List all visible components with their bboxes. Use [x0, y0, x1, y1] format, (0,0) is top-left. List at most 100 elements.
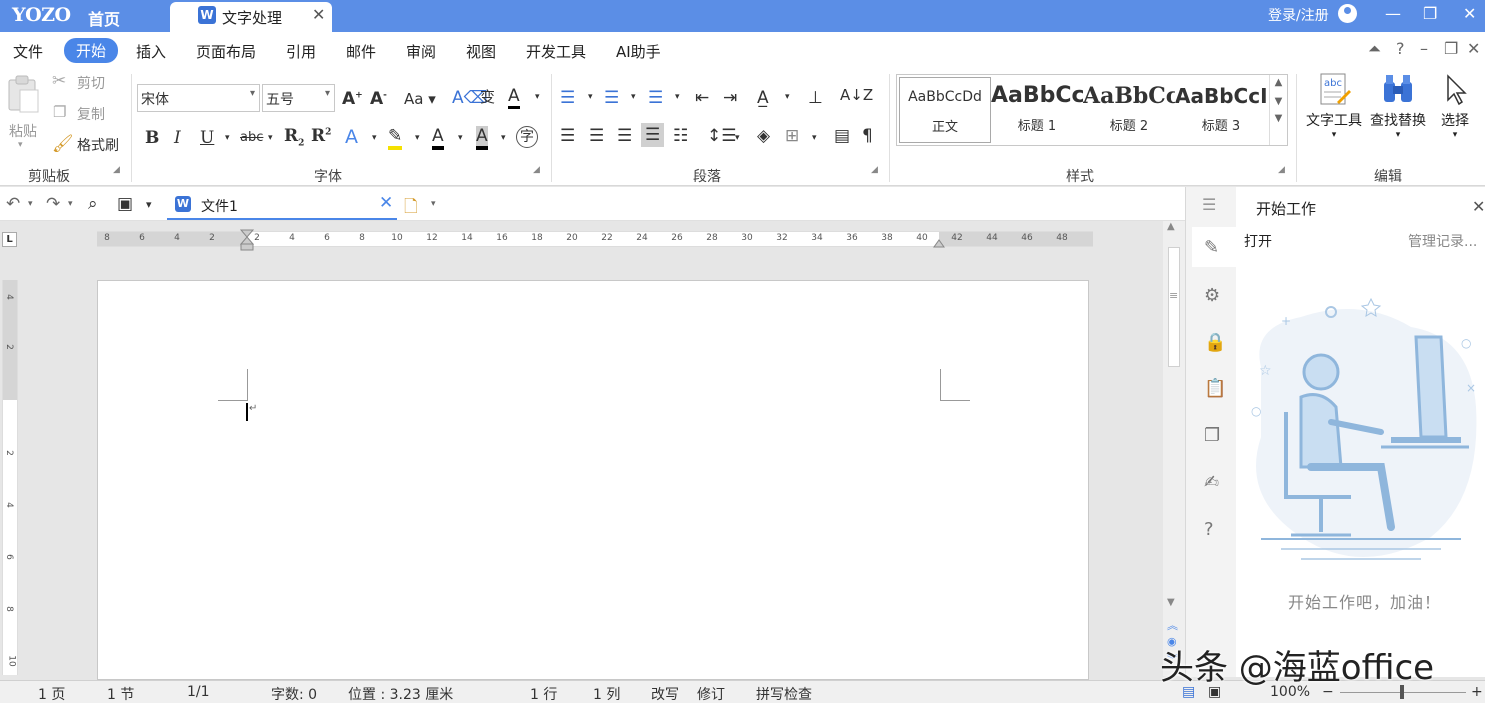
open-link[interactable]: 打开	[1244, 231, 1272, 251]
italic-icon[interactable]: I	[174, 128, 181, 148]
text-direction-icon[interactable]: A̲	[757, 88, 769, 108]
char-shading-icon[interactable]: A	[476, 126, 488, 150]
chevron-down-icon[interactable]: ▾	[68, 199, 73, 209]
chevron-down-icon[interactable]: ▾	[535, 92, 540, 102]
align-right-icon[interactable]: ☰	[617, 126, 632, 146]
chevron-down-icon[interactable]: ▾	[415, 133, 420, 143]
select-button[interactable]: 选择 ▾	[1433, 72, 1477, 140]
status-page[interactable]: 1 页	[38, 684, 65, 703]
text-effect-icon[interactable]: A	[345, 126, 358, 148]
minimize-icon[interactable]: —	[1385, 4, 1401, 23]
pages-icon[interactable]: ❐	[1204, 425, 1220, 446]
style-heading-3[interactable]: AaBbCcI 标题 3	[1175, 77, 1267, 143]
right-indent-marker-icon[interactable]	[933, 238, 945, 248]
scroll-up-icon[interactable]: ▲	[1167, 221, 1175, 232]
sliders-icon[interactable]: ⚙	[1204, 285, 1220, 306]
save-icon[interactable]: ▣	[117, 194, 133, 214]
borders-icon[interactable]: ⊞	[785, 126, 799, 146]
document-page[interactable]: ↵	[97, 280, 1089, 680]
text-tools-button[interactable]: abc 文字工具 ▾	[1303, 72, 1365, 140]
distributed-icon[interactable]: ☷	[673, 126, 688, 146]
chevron-down-icon[interactable]: ▾	[372, 133, 377, 143]
close-icon[interactable]: ✕	[379, 193, 393, 213]
font-color-icon[interactable]: A	[432, 126, 444, 150]
highlight-icon[interactable]: ✎	[388, 126, 403, 150]
expand-gallery-icon[interactable]: ▼	[1270, 113, 1287, 124]
chevron-up-icon[interactable]: ▲	[1270, 77, 1287, 88]
find-replace-button[interactable]: 查找替换 ▾	[1367, 72, 1429, 140]
pencil-icon[interactable]: ✎	[1204, 237, 1219, 258]
menu-mailings[interactable]: 邮件	[346, 41, 376, 62]
menu-insert[interactable]: 插入	[136, 41, 166, 62]
chevron-down-icon[interactable]: ▾	[431, 199, 436, 209]
scroll-thumb[interactable]	[1168, 247, 1180, 367]
strikethrough-icon[interactable]: abc	[240, 130, 263, 145]
underline-icon[interactable]: U	[200, 128, 214, 148]
edit-note-icon[interactable]: ✍	[1204, 472, 1219, 493]
font-size-select[interactable]: 五号 ▾	[262, 84, 335, 112]
change-case-icon[interactable]: Aa ▾	[404, 90, 436, 108]
style-normal[interactable]: AaBbCcDd 正文	[899, 77, 991, 143]
status-spellcheck[interactable]: 拼写检查	[756, 684, 812, 703]
zoom-in-icon[interactable]: +	[1471, 684, 1483, 700]
paragraph-settings-icon[interactable]: ▤	[834, 126, 850, 146]
font-family-select[interactable]: 宋体 ▾	[137, 84, 260, 112]
close-icon[interactable]: ✕	[1472, 197, 1485, 216]
close-icon[interactable]: ✕	[312, 5, 325, 24]
chevron-down-icon[interactable]: ▾	[458, 133, 463, 143]
grow-font-icon[interactable]: A+	[342, 89, 363, 109]
bold-icon[interactable]: B	[145, 128, 159, 148]
restore-icon[interactable]: ❐	[1423, 4, 1437, 23]
chevron-down-icon[interactable]: ▾	[501, 133, 506, 143]
menu-references[interactable]: 引用	[286, 41, 316, 62]
chevron-down-icon[interactable]: ▾	[28, 199, 33, 209]
menu-developer[interactable]: 开发工具	[526, 41, 586, 62]
manage-records-link[interactable]: 管理记录...	[1408, 231, 1477, 251]
chevron-down-icon[interactable]: ▾	[268, 133, 273, 143]
horizontal-ruler[interactable]: 8 6 4 2 2 4 6 8 10 12 14 16 18 20 22 24 26 28 30 32 34 36 38 40…	[97, 229, 1093, 251]
collapse-ribbon-icon[interactable]: ⏶	[1368, 39, 1381, 59]
user-avatar-icon[interactable]	[1338, 4, 1357, 23]
styles-launcher-icon[interactable]: ◢	[1278, 165, 1285, 175]
app-tab-word[interactable]: W 文字处理 ✕	[170, 2, 332, 32]
enclose-char-icon[interactable]: 字	[516, 126, 538, 148]
chevron-down-icon[interactable]: ▾	[735, 133, 740, 143]
show-marks-icon[interactable]: ¶	[862, 126, 873, 146]
scroll-down-icon[interactable]: ▼	[1167, 597, 1175, 608]
menu-file[interactable]: 文件	[13, 41, 43, 62]
tab-stop-selector[interactable]: L	[2, 232, 17, 247]
clipboard-launcher-icon[interactable]: ◢	[113, 165, 120, 175]
paste-label[interactable]: 粘贴	[9, 121, 37, 141]
prev-page-icon[interactable]: ︽	[1167, 617, 1178, 633]
style-gallery-scroll[interactable]: ▲ ▼ ▼	[1269, 75, 1287, 145]
paste-dropdown-icon[interactable]: ▾	[18, 140, 23, 150]
lock-icon[interactable]: 🔒	[1204, 332, 1226, 353]
paste-icon[interactable]	[6, 74, 42, 114]
subscript-icon[interactable]: R2	[284, 126, 304, 148]
chevron-down-icon[interactable]: ▾	[785, 92, 790, 102]
chevron-down-icon[interactable]: ▾	[812, 133, 817, 143]
sort-icon[interactable]: A↓Z	[840, 86, 873, 104]
vertical-scrollbar[interactable]: ▲ ≡ ▼ ︽ ◉ ︾	[1163, 221, 1185, 676]
shrink-font-icon[interactable]: A-	[370, 89, 387, 109]
doc-restore-icon[interactable]: ❐	[1444, 39, 1458, 58]
redo-icon[interactable]: ↷	[46, 194, 60, 214]
indent-marker-icon[interactable]	[240, 229, 254, 251]
chevron-down-icon[interactable]: ▾	[588, 92, 593, 102]
superscript-icon[interactable]: R2	[311, 126, 331, 146]
customize-toolbar-icon[interactable]: ▾	[146, 198, 152, 211]
copy-button[interactable]: 复制	[77, 104, 105, 124]
style-heading-2[interactable]: AaBbCc 标题 2	[1083, 77, 1175, 143]
doc-close-icon[interactable]: ✕	[1467, 39, 1480, 58]
chevron-down-icon[interactable]: ▾	[675, 92, 680, 102]
vertical-ruler[interactable]: 4 2 2 4 6 8 10	[2, 280, 18, 675]
char-border-icon[interactable]: A	[508, 86, 520, 109]
menu-view[interactable]: 视图	[466, 41, 496, 62]
doc-minimize-icon[interactable]: –	[1420, 39, 1428, 58]
help-icon[interactable]: ?	[1396, 39, 1405, 58]
multilevel-list-icon[interactable]: ☰	[648, 88, 663, 108]
phonetic-guide-icon[interactable]: 变	[480, 86, 495, 107]
window-close-icon[interactable]: ✕	[1463, 4, 1476, 23]
style-heading-1[interactable]: AaBbCc 标题 1	[991, 77, 1083, 143]
format-painter-button[interactable]: 格式刷	[77, 135, 119, 155]
